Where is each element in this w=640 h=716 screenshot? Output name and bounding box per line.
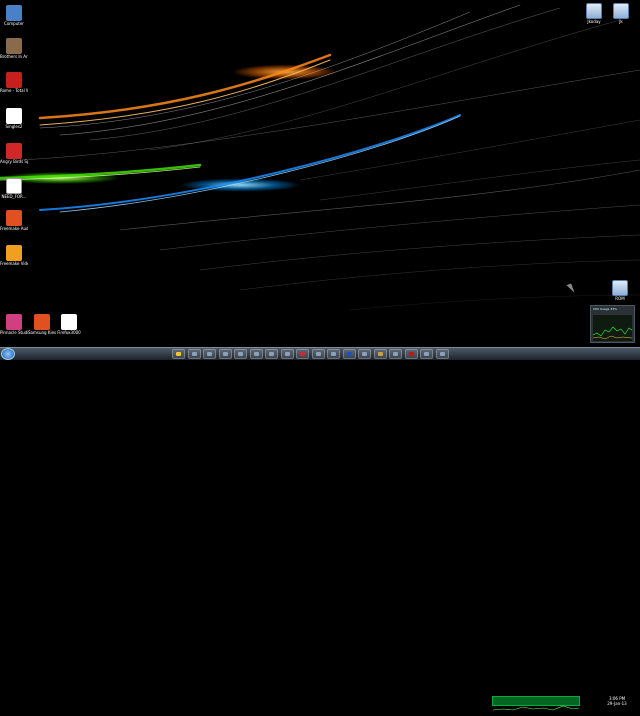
window-icon — [393, 352, 398, 356]
cpu-usage-label: CPU Usage 33% — [593, 307, 618, 311]
taskbar-button-app18[interactable] — [435, 349, 449, 359]
pinnacle-icon — [6, 314, 22, 330]
desktop-icon-label: Jkoday — [587, 19, 601, 24]
window-icon — [222, 352, 228, 356]
network-monitor-graph — [492, 696, 580, 711]
desktop-icon-angrybirds[interactable]: Angry Birds Space — [0, 143, 28, 164]
taskbar-button-app9[interactable] — [296, 349, 309, 359]
window-icon — [362, 352, 367, 356]
desktop-icon-label: Freemake Video C... — [0, 261, 28, 266]
taskbar-button-app4[interactable] — [218, 349, 232, 359]
window-icon — [315, 352, 321, 356]
taskbar-button-app10[interactable] — [311, 349, 325, 359]
bird-icon — [6, 143, 22, 159]
desktop-icon-freemakeaudio[interactable]: Freemake Audio C... — [0, 210, 28, 231]
desktop-icon-label: Samsung Kies — [28, 330, 56, 335]
desktop-icon-label: Brothers In Arms — [0, 54, 28, 59]
freemake-audio-icon — [6, 210, 22, 226]
taskbar-button-app6[interactable] — [249, 349, 263, 359]
desktop-icon-needfor[interactable]: NEED_FOR... — [0, 178, 28, 199]
explorer-icon — [176, 352, 181, 356]
game-icon — [6, 38, 22, 54]
window-icon — [424, 352, 429, 356]
wallpaper-streaks — [0, 4, 640, 311]
desktop-icon-jk[interactable]: Jk — [607, 3, 635, 24]
desktop-icon-label: ROM — [615, 296, 625, 301]
taskbar-button-app15[interactable] — [389, 349, 402, 359]
window-icon — [439, 352, 445, 356]
fox-icon — [61, 314, 77, 330]
freemake-video-icon — [6, 245, 22, 261]
desktop-icon-firefox[interactable]: Firefox3000 — [55, 314, 83, 335]
game-icon — [300, 352, 305, 356]
media-icon — [238, 352, 243, 356]
image-icon — [269, 352, 274, 356]
taskbar-button-app13[interactable] — [358, 349, 371, 359]
folder-icon — [586, 3, 602, 19]
taskbar-button-app3[interactable] — [203, 349, 216, 359]
taskbar-button-app16[interactable] — [404, 349, 418, 359]
system-clock[interactable]: 3:06 PM 29-Jan-13 — [596, 696, 638, 707]
folder-icon — [613, 3, 629, 19]
taskbar-button-app11[interactable] — [327, 349, 340, 359]
taskbar: 3:06 PM 29-Jan-13 — [0, 347, 640, 711]
taskbar-button-app12[interactable] — [342, 349, 356, 359]
taskbar-button-app14[interactable] — [373, 349, 387, 359]
desktop-icon-label: Computer — [4, 21, 24, 26]
desktop-icon-samsungkies[interactable]: Samsung Kies — [28, 314, 56, 335]
desktop-icon-label: Firefox3000 — [57, 330, 81, 335]
desktop-icon-jkoday[interactable]: Jkoday — [580, 3, 608, 24]
desktop-icon-singles2[interactable]: Singles2 — [0, 108, 28, 129]
desktop-icon-label: Singles2 — [5, 124, 23, 129]
taskbar-button-app17[interactable] — [420, 349, 433, 359]
heart-icon — [6, 108, 22, 124]
taskbar-button-app8[interactable] — [280, 349, 294, 359]
window-icon — [284, 352, 290, 356]
taskbar-button-explorer[interactable] — [172, 349, 185, 359]
chart-icon — [253, 352, 259, 356]
folder-icon — [612, 280, 628, 296]
desktop-icon-pinnacle[interactable]: Pinnacle Studio 15 — [0, 314, 28, 335]
desktop-icon-brothers[interactable]: Brothers In Arms — [0, 38, 28, 59]
desktop-icon-label: Pinnacle Studio 15 — [0, 330, 28, 335]
document-icon — [6, 178, 22, 194]
opera-icon — [408, 352, 414, 356]
window-icon — [377, 352, 383, 356]
desktop-icon-rome[interactable]: Rome - Total War — [0, 72, 28, 93]
taskbar-button-app2[interactable] — [187, 349, 201, 359]
desktop-icon-label: Rome - Total War — [0, 88, 28, 93]
window-icon — [207, 352, 212, 356]
taskbar-button-app7[interactable] — [265, 349, 278, 359]
desktop: Computer Brothers In Arms Rome - Total War… — [0, 0, 640, 347]
desktop-icon-label: Jk — [619, 19, 623, 24]
desktop-icon-label: Angry Birds Space — [0, 159, 28, 164]
flag-icon — [346, 352, 352, 356]
clock-date: 29-Jan-13 — [607, 701, 627, 706]
desktop-icon-freemakevideo[interactable]: Freemake Video C... — [0, 245, 28, 266]
computer-icon — [6, 5, 22, 21]
cpu-graph — [592, 315, 633, 341]
game-icon — [6, 72, 22, 88]
window-icon — [191, 352, 197, 356]
network-icon — [331, 352, 336, 356]
cpu-meter-gadget[interactable]: CPU Usage 33% — [590, 305, 635, 343]
start-button[interactable] — [1, 348, 15, 360]
desktop-icon-rom[interactable]: ROM — [606, 280, 634, 301]
desktop-icon-label: Freemake Audio C... — [0, 226, 28, 231]
kies-icon — [34, 314, 50, 330]
taskbar-button-app5[interactable] — [234, 349, 247, 359]
desktop-icon-label: NEED_FOR... — [1, 194, 27, 199]
desktop-icon-computer[interactable]: Computer — [0, 5, 28, 26]
